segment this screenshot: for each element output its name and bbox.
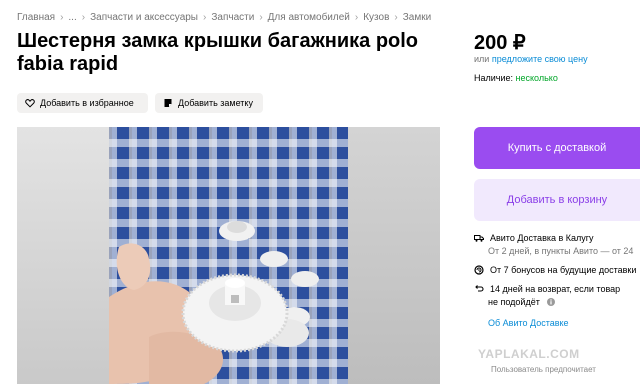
return-text-line2: не подойдёт	[488, 297, 540, 307]
truck-icon	[474, 233, 484, 243]
note-icon	[163, 98, 173, 108]
add-to-favorites-button[interactable]: Добавить в избранное	[17, 93, 148, 113]
price: 200 ₽	[474, 32, 526, 54]
breadcrumb-for-cars[interactable]: Для автомобилей	[268, 12, 350, 23]
breadcrumb-separator: ›	[60, 12, 64, 23]
return-row-2: не подойдёт	[488, 297, 556, 307]
add-note-label: Добавить заметку	[178, 98, 253, 108]
buy-with-delivery-button[interactable]: Купить с доставкой	[474, 127, 640, 169]
breadcrumb-separator: ›	[259, 12, 263, 23]
photo-gallery[interactable]	[17, 127, 440, 384]
breadcrumb: Главная › ... › Запчасти и аксессуары › …	[17, 12, 431, 23]
price-or-text: или	[474, 54, 490, 64]
delivery-sub-row: От 2 дней, в пункты Авито — от 24	[488, 246, 633, 256]
bonus-row: От 7 бонусов на будущие доставки	[474, 265, 636, 275]
breadcrumb-separator: ›	[81, 12, 86, 23]
breadcrumb-parts-accessories[interactable]: Запчасти и аксессуары	[90, 12, 198, 23]
listing-title: Шестерня замка крышки багажника polo fab…	[17, 30, 419, 75]
user-preference-note: Пользователь предпочитает	[491, 365, 596, 374]
breadcrumb-locks[interactable]: Замки	[403, 12, 431, 23]
delivery-title: Авито Доставка в Калугу	[490, 233, 594, 243]
suggest-price-link[interactable]: предложите свою цену	[492, 54, 588, 64]
return-row: 14 дней на возврат, если товар	[474, 284, 620, 294]
breadcrumb-parts[interactable]: Запчасти	[211, 12, 254, 23]
breadcrumb-separator: ›	[203, 12, 207, 23]
heart-icon	[25, 98, 35, 108]
breadcrumb-separator: ›	[394, 12, 398, 23]
availability: Наличие: несколько	[474, 73, 558, 83]
availability-label: Наличие:	[474, 73, 514, 83]
main-photo[interactable]	[109, 127, 348, 384]
gallery-blur-left	[17, 127, 109, 384]
bonus-text: От 7 бонусов на будущие доставки	[490, 265, 637, 275]
bonus-icon	[474, 265, 484, 275]
about-delivery-link[interactable]: Об Авито Доставке	[488, 318, 569, 328]
add-note-button[interactable]: Добавить заметку	[155, 93, 263, 113]
info-icon[interactable]	[546, 297, 556, 307]
breadcrumb-ellipsis[interactable]: ...	[68, 12, 76, 23]
return-text-line1: 14 дней на возврат, если товар	[490, 284, 621, 294]
gallery-blur-right	[348, 127, 440, 384]
breadcrumb-home[interactable]: Главная	[17, 12, 55, 23]
delivery-row: Авито Доставка в Калугу	[474, 233, 594, 243]
delivery-subtitle: От 2 дней, в пункты Авито — от 24	[488, 246, 634, 256]
breadcrumb-separator: ›	[354, 12, 359, 23]
price-suggest-line: или предложите свою цену	[474, 54, 588, 64]
return-icon	[474, 284, 484, 294]
watermark: YAPLAKAL.COM	[478, 347, 580, 361]
add-to-cart-button[interactable]: Добавить в корзину	[474, 179, 640, 221]
add-to-favorites-label: Добавить в избранное	[40, 98, 134, 108]
availability-value: несколько	[515, 73, 558, 83]
breadcrumb-body[interactable]: Кузов	[363, 12, 389, 23]
